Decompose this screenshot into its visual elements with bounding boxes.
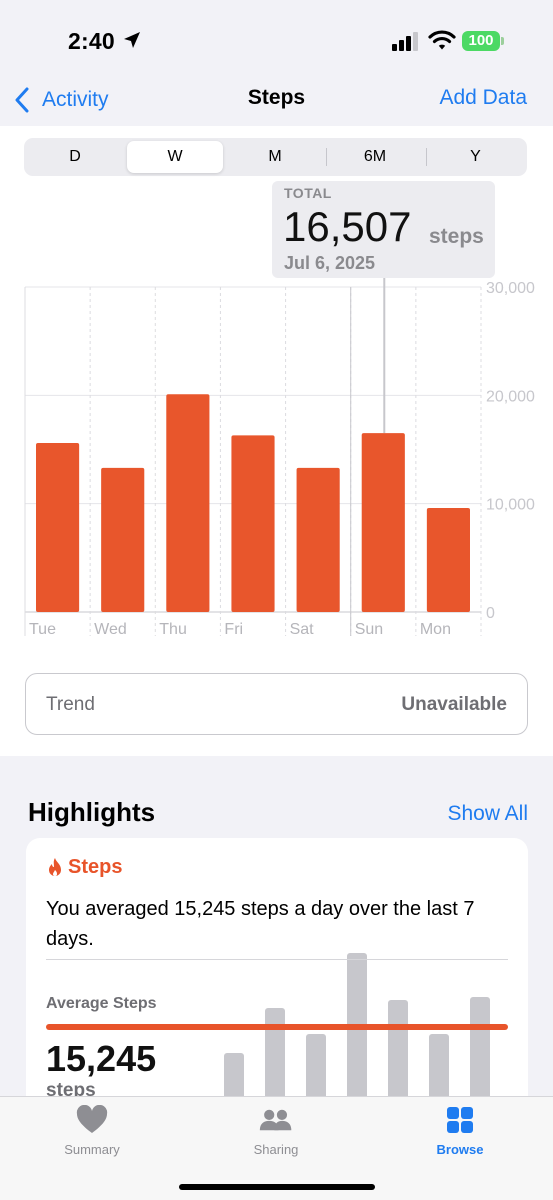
x-tick-label: Mon [420, 621, 451, 638]
battery-icon: 100 [462, 31, 504, 51]
segment-year[interactable]: Y [427, 141, 524, 173]
bar-sun[interactable] [361, 433, 405, 612]
tooltip-value: 16,507 [283, 203, 412, 250]
steps-screen: 2:40 100 Activity Steps Add Data D W M 6… [0, 0, 553, 1200]
x-tick-label: Fri [224, 621, 243, 638]
trend-value: Unavailable [401, 694, 507, 715]
trend-label: Trend [46, 694, 95, 715]
highlight-category: Steps [46, 856, 122, 879]
bar-fri[interactable] [231, 435, 275, 612]
time-range-segmented-control: D W M 6M Y [24, 138, 527, 176]
highlight-summary: You averaged 15,245 steps a day over the… [46, 898, 475, 950]
average-line [46, 1024, 508, 1030]
bar-sat[interactable] [296, 467, 340, 612]
show-all-link[interactable]: Show All [447, 802, 528, 826]
segment-week[interactable]: W [127, 141, 223, 173]
location-arrow-icon [124, 32, 140, 48]
tooltip-unit: steps [429, 225, 484, 248]
segment-month[interactable]: M [227, 141, 323, 173]
bar-wed[interactable] [101, 467, 145, 612]
tab-summary[interactable]: Summary [32, 1105, 152, 1165]
battery-level: 100 [468, 32, 494, 49]
tab-summary-label: Summary [64, 1142, 120, 1157]
tab-sharing-label: Sharing [253, 1142, 299, 1157]
heart-icon [76, 1105, 108, 1133]
x-tick-label: Sat [290, 621, 315, 638]
status-time: 2:40 [68, 28, 115, 54]
add-data-button[interactable]: Add Data [439, 86, 527, 110]
x-tick-label: Sun [355, 621, 383, 638]
cellular-signal-icon [392, 32, 418, 51]
tooltip-label: TOTAL [284, 185, 332, 201]
bar-mon[interactable] [426, 508, 470, 612]
y-tick-label: 0 [486, 605, 495, 622]
flame-icon [49, 857, 61, 876]
status-bar: 2:40 100 [0, 0, 553, 80]
grid-icon [447, 1107, 473, 1133]
home-indicator [179, 1184, 375, 1190]
tab-browse[interactable]: Browse [400, 1105, 520, 1165]
bar-tue[interactable] [36, 443, 80, 612]
x-tick-label: Wed [94, 621, 127, 638]
tab-browse-label: Browse [436, 1142, 484, 1157]
average-steps-value: 15,245 [46, 1038, 157, 1079]
tooltip-date: Jul 6, 2025 [284, 253, 376, 273]
selection-tooltip: TOTAL 16,507 steps Jul 6, 2025 [272, 181, 495, 278]
highlight-card[interactable]: Steps You averaged 15,245 steps a day ov… [26, 838, 528, 1138]
highlight-category-label: Steps [68, 856, 123, 878]
y-tick-label: 20,000 [486, 388, 535, 405]
trend-row[interactable]: Trend Unavailable [25, 673, 528, 735]
tab-sharing[interactable]: Sharing [216, 1105, 336, 1165]
highlights-heading: Highlights [28, 797, 156, 827]
navigation-bar: Activity Steps Add Data [0, 76, 553, 126]
y-tick-label: 10,000 [486, 497, 535, 514]
people-icon [259, 1109, 292, 1131]
segment-day[interactable]: D [27, 141, 123, 173]
divider [46, 959, 508, 960]
wifi-icon [428, 30, 456, 50]
average-steps-label: Average Steps [46, 995, 157, 1012]
y-tick-label: 30,000 [486, 280, 535, 297]
bar-thu[interactable] [166, 394, 210, 612]
average-steps-mini-chart [46, 953, 508, 1138]
segment-six-months[interactable]: 6M [327, 141, 423, 173]
x-tick-label: Thu [159, 621, 187, 638]
x-tick-label: Tue [29, 621, 56, 638]
